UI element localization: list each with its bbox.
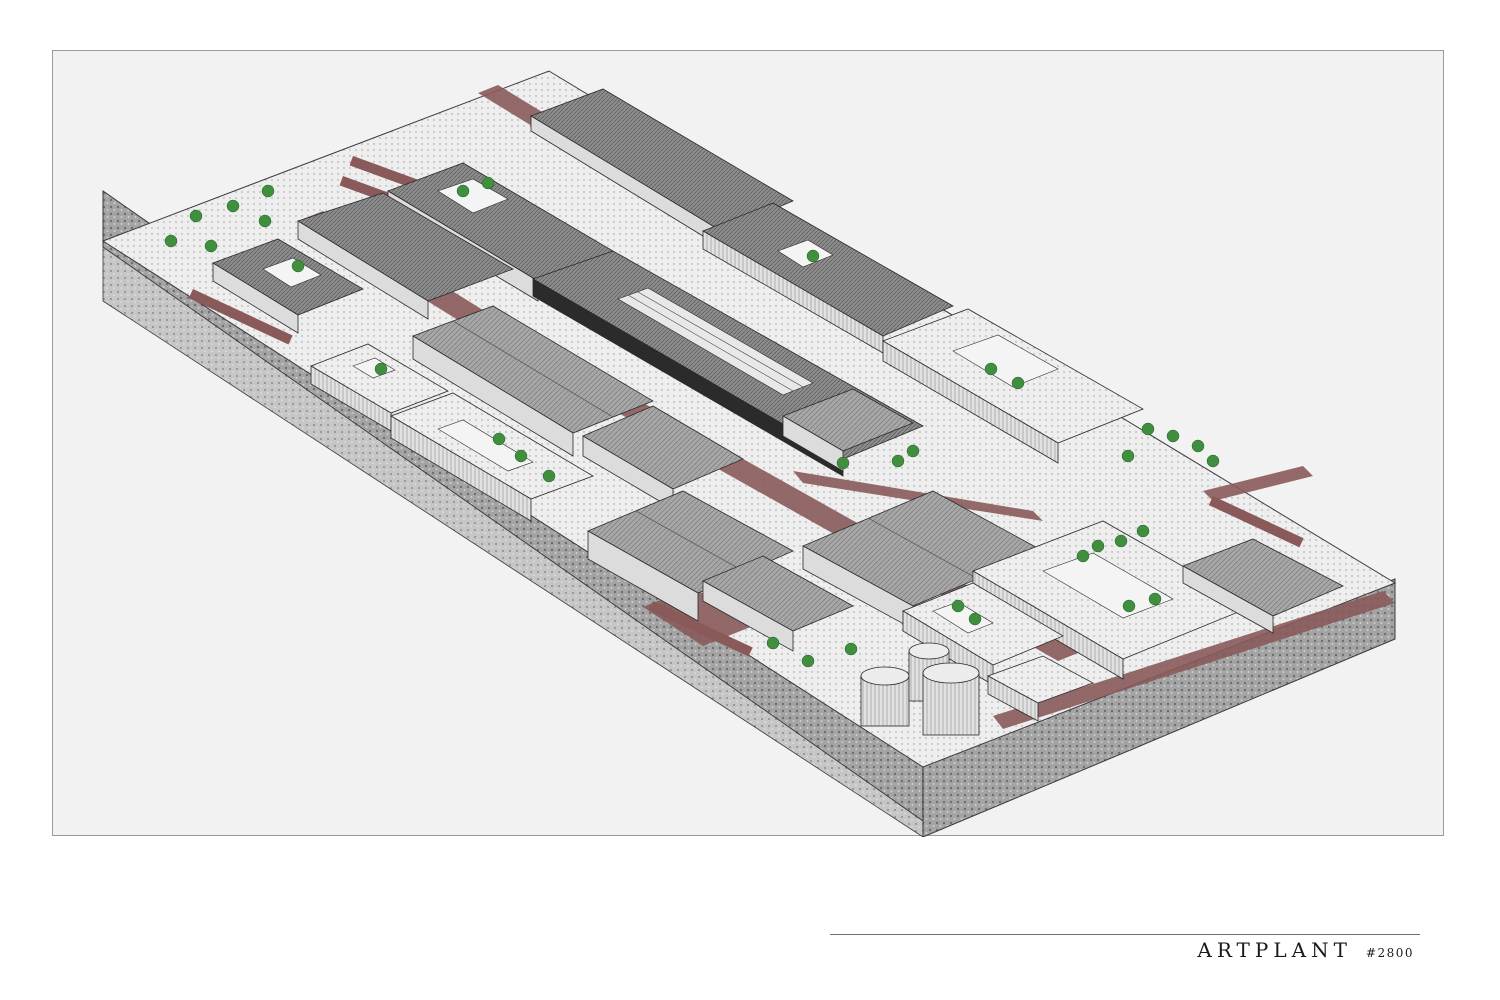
title-divider xyxy=(830,934,1420,935)
project-number: #2800 xyxy=(1365,946,1414,960)
project-name: ARTPLANT xyxy=(1197,938,1352,962)
isometric-site-drawing xyxy=(101,70,1397,837)
title-block: ARTPLANT #2800 xyxy=(1197,938,1414,962)
drawing-frame xyxy=(52,50,1444,837)
